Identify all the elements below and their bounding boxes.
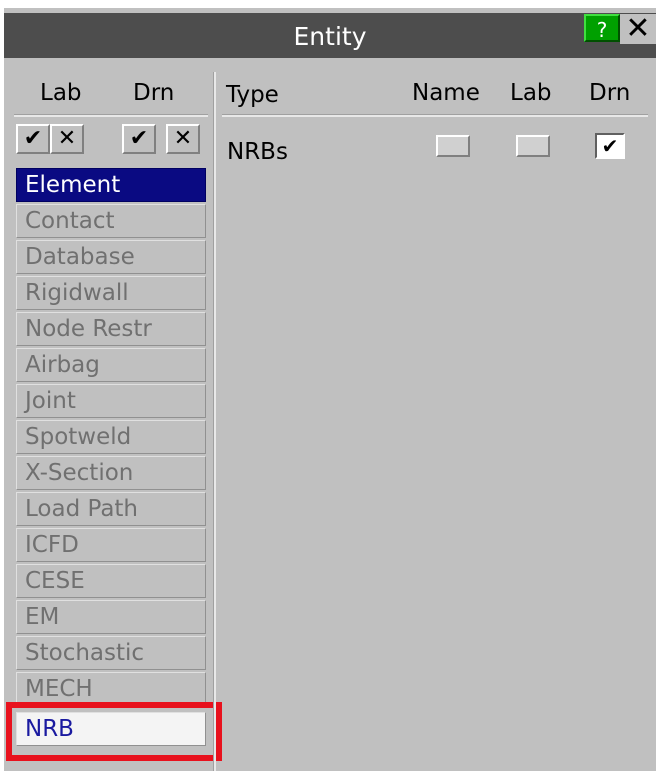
check-icon: ✔ bbox=[601, 134, 619, 158]
nrbs-name-toggle[interactable] bbox=[436, 135, 470, 157]
nrbs-lab-toggle[interactable] bbox=[516, 135, 550, 157]
row-type-nrbs: NRBs bbox=[227, 139, 288, 165]
entity-item-stochastic[interactable]: Stochastic bbox=[16, 636, 206, 670]
check-icon: ✔ bbox=[129, 126, 149, 151]
entity-item-rigidwall[interactable]: Rigidwall bbox=[16, 276, 206, 310]
drn-select-all-button[interactable]: ✔ bbox=[122, 124, 156, 154]
window-title: Entity bbox=[293, 22, 367, 51]
entity-item-icfd[interactable]: ICFD bbox=[16, 528, 206, 562]
left-header-lab: Lab bbox=[40, 80, 82, 106]
left-header-drn: Drn bbox=[133, 80, 175, 106]
close-icon: ✕ bbox=[625, 11, 651, 46]
nrb-highlight bbox=[6, 702, 222, 761]
table-header-lab: Lab bbox=[510, 80, 552, 106]
lab-select-all-button[interactable]: ✔ bbox=[16, 124, 50, 154]
entity-item-airbag[interactable]: Airbag bbox=[16, 348, 206, 382]
title-bar: Entity bbox=[4, 13, 656, 58]
entity-item-spotweld[interactable]: Spotweld bbox=[16, 420, 206, 454]
cross-icon: ✕ bbox=[173, 126, 193, 151]
entity-item-load-path[interactable]: Load Path bbox=[16, 492, 206, 526]
cross-icon: ✕ bbox=[57, 126, 77, 151]
drn-select-none-button[interactable]: ✕ bbox=[166, 124, 200, 154]
help-button[interactable]: ? bbox=[584, 14, 620, 42]
entity-item-database[interactable]: Database bbox=[16, 240, 206, 274]
entity-item-contact[interactable]: Contact bbox=[16, 204, 206, 238]
table-header-type: Type bbox=[226, 82, 279, 108]
entity-item-node-restr[interactable]: Node Restr bbox=[16, 312, 206, 346]
entity-item-x-section[interactable]: X-Section bbox=[16, 456, 206, 490]
table-header-drn: Drn bbox=[589, 80, 631, 106]
entity-item-cese[interactable]: CESE bbox=[16, 564, 206, 598]
entity-item-element[interactable]: Element bbox=[16, 168, 206, 202]
nrbs-drn-checkbox[interactable]: ✔ bbox=[595, 133, 625, 159]
lab-select-none-button[interactable]: ✕ bbox=[50, 124, 84, 154]
table-header-divider bbox=[222, 114, 648, 117]
entity-item-joint[interactable]: Joint bbox=[16, 384, 206, 418]
check-icon: ✔ bbox=[23, 126, 43, 151]
entity-item-em[interactable]: EM bbox=[16, 600, 206, 634]
left-header-divider bbox=[14, 114, 208, 117]
close-button[interactable]: ✕ bbox=[620, 14, 656, 44]
entity-item-mech[interactable]: MECH bbox=[16, 672, 206, 706]
column-divider bbox=[213, 72, 216, 771]
table-header-name: Name bbox=[412, 80, 480, 106]
